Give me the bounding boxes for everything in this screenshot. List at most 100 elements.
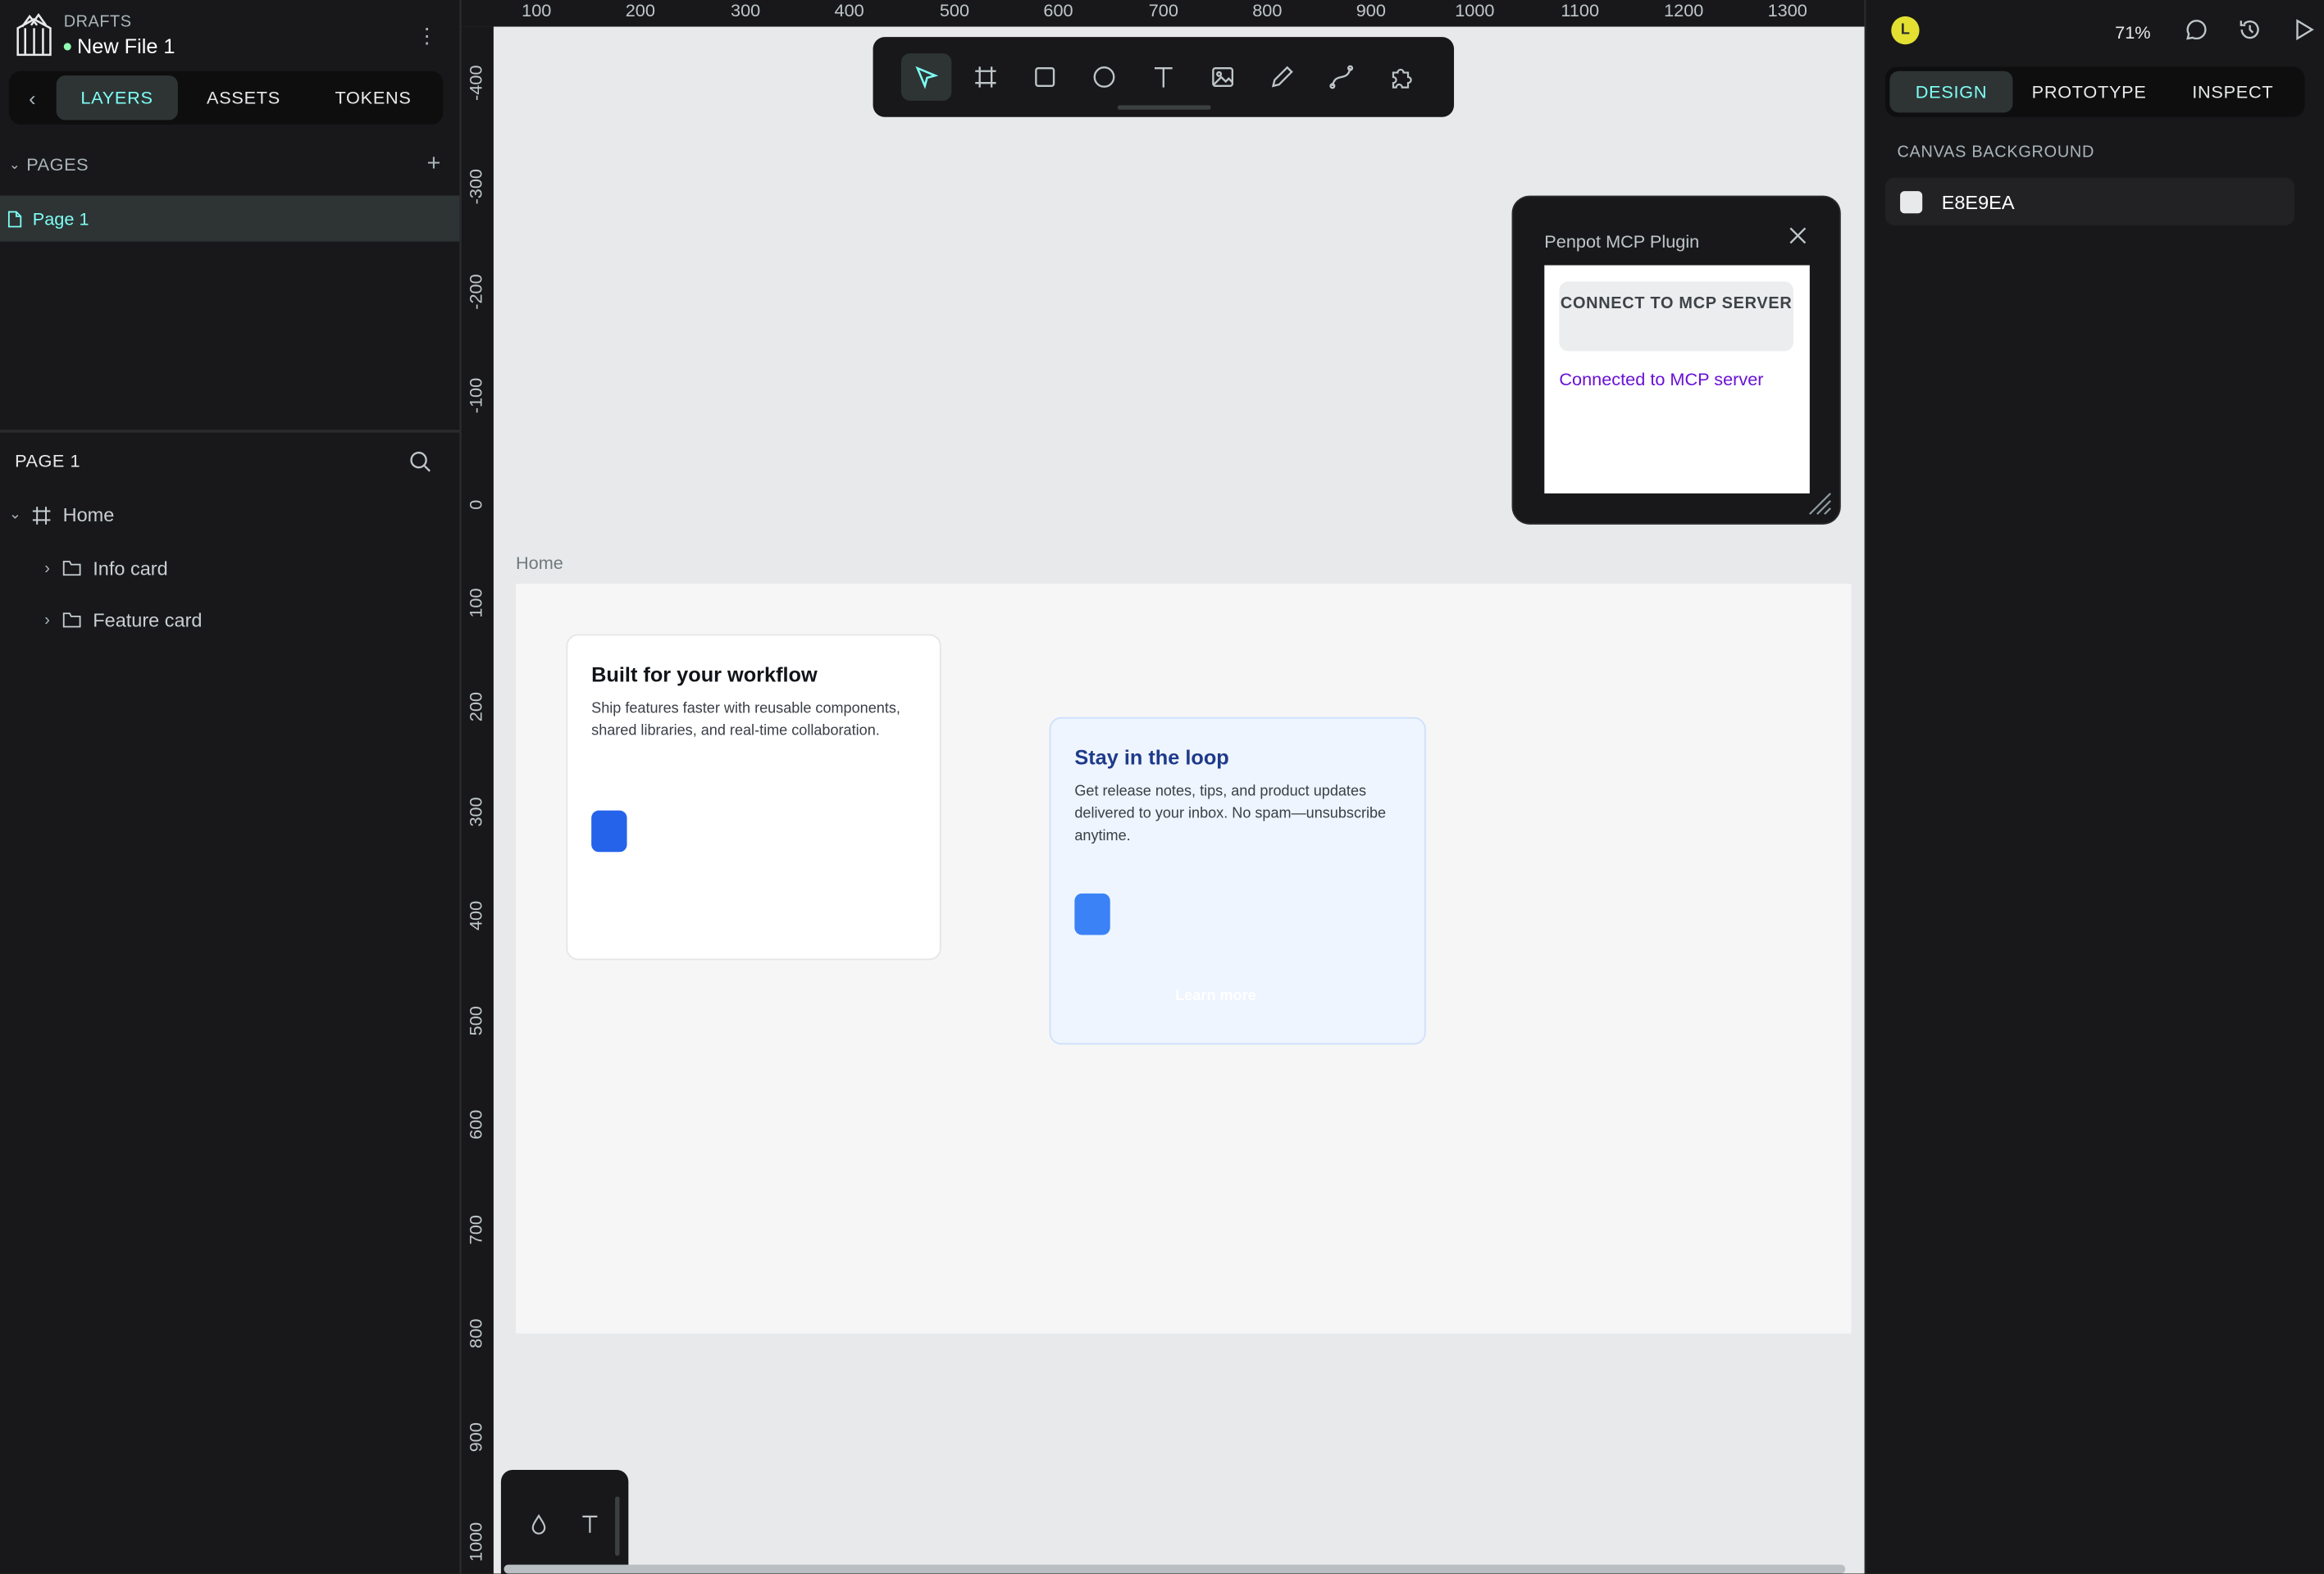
info-card[interactable]: Built for your workflow Ship features fa… [566, 634, 941, 961]
play-icon[interactable] [2294, 18, 2315, 42]
ruler-tick-label: 1100 [1561, 0, 1600, 21]
ruler-tick-label: 100 [522, 0, 552, 21]
mcp-status-text: Connected to MCP server [1559, 369, 1764, 390]
ruler-tick-label: -300 [465, 168, 486, 205]
pages-title: PAGES [26, 153, 89, 175]
tab-design[interactable]: DESIGN [1889, 71, 2013, 113]
add-page-icon[interactable]: + [427, 151, 441, 178]
panel-divider[interactable] [0, 430, 462, 433]
folder-icon [62, 612, 80, 628]
text-tool-icon[interactable] [1138, 53, 1188, 101]
ruler-vertical: -400 -300 -200 -100 0 100 200 300 400 50… [461, 26, 494, 1574]
rectangle-tool-icon[interactable] [1019, 53, 1069, 101]
right-tabs: DESIGN PROTOTYPE INSPECT [1885, 66, 2305, 117]
folder-icon [62, 561, 80, 576]
info-card-body: Ship features faster with reusable compo… [591, 700, 900, 739]
layer-label: Home [62, 503, 115, 526]
page-item-page-1[interactable]: Page 1 [0, 195, 460, 242]
tab-layers[interactable]: LAYERS [55, 75, 179, 121]
ruler-tick-label: 1300 [1767, 0, 1807, 21]
chevron-right-icon[interactable]: › [44, 559, 50, 577]
canvas-background-title: CANVAS BACKGROUND [1897, 143, 2095, 162]
ruler-tick-label: 200 [465, 691, 486, 722]
typography-icon[interactable] [581, 1514, 599, 1533]
color-swatch[interactable] [1900, 190, 1923, 213]
plugins-tool-icon[interactable] [1375, 53, 1425, 101]
ruler-tick-label: -200 [465, 274, 486, 310]
move-tool-icon[interactable] [900, 53, 952, 101]
tab-tokens[interactable]: TOKENS [309, 75, 437, 120]
color-palette-icon[interactable] [531, 1514, 547, 1535]
canvas-background-value[interactable]: E8E9EA [1942, 190, 2015, 212]
layer-feature-card[interactable]: › Feature card [44, 609, 202, 631]
comments-icon[interactable] [2185, 18, 2208, 42]
ruler-tick-label: 700 [465, 1215, 486, 1245]
info-card-title: Built for your workflow [591, 662, 818, 686]
info-card-button[interactable] [591, 810, 627, 853]
ruler-tick-label: 900 [1356, 0, 1386, 21]
palette-scrollbar[interactable] [615, 1496, 620, 1556]
tab-prototype[interactable]: PROTOTYPE [2013, 71, 2166, 113]
layer-home[interactable]: ⌄ Home [9, 504, 114, 526]
chevron-down-icon[interactable]: ⌄ [9, 507, 21, 523]
ruler-tick-label: 700 [1148, 0, 1178, 21]
file-name-label: New File 1 [76, 34, 175, 58]
right-sidebar: L 71% DESIGN PROTOTYPE INSPECT CANVAS BA… [1864, 0, 2324, 1574]
ruler-tick-label: 300 [731, 0, 761, 21]
canvas-background-row[interactable]: E8E9EA [1885, 177, 2294, 225]
penpot-logo-icon[interactable] [15, 13, 53, 57]
ruler-tick-label: 0 [465, 499, 486, 510]
ruler-tick-label: 600 [465, 1109, 486, 1140]
horizontal-scrollbar[interactable] [504, 1564, 1846, 1574]
zoom-level[interactable]: 71% [2115, 22, 2150, 43]
board-name-home[interactable]: Home [516, 553, 563, 573]
file-name[interactable]: New File 1 [63, 34, 175, 58]
ruler-tick-label: 500 [939, 0, 970, 21]
ruler-tick-label: 400 [834, 0, 864, 21]
text-palette-toolbar [500, 1469, 629, 1574]
image-tool-icon[interactable] [1197, 53, 1247, 101]
ruler-tick-label: 1000 [1455, 0, 1495, 21]
pencil-tool-icon[interactable] [1257, 53, 1307, 101]
board-tool-icon[interactable] [960, 53, 1010, 101]
tab-assets[interactable]: ASSETS [178, 75, 309, 120]
layers-title: PAGE 1 [15, 450, 81, 471]
history-icon[interactable] [2238, 18, 2262, 42]
saved-status-dot [63, 42, 71, 50]
project-name[interactable]: DRAFTS [64, 13, 132, 31]
plugin-title: Penpot MCP Plugin [1544, 230, 1700, 252]
plugin-content: CONNECT TO MCP SERVER Connected to MCP s… [1544, 265, 1810, 494]
ruler-tick-label: 400 [465, 900, 486, 931]
collapse-sidebar-icon[interactable]: ‹ [15, 86, 50, 110]
feature-card-button[interactable] [1074, 893, 1110, 935]
ruler-tick-label: -100 [465, 377, 486, 414]
layer-label: Info card [93, 557, 168, 580]
layer-info-card[interactable]: › Info card [44, 557, 167, 580]
feature-card-title: Stay in the loop [1074, 745, 1229, 770]
close-icon[interactable] [1789, 227, 1807, 245]
ruler-tick-label: 1000 [465, 1522, 486, 1562]
ruler-tick-label: 500 [465, 1006, 486, 1036]
ruler-tick-label: 1200 [1664, 0, 1704, 21]
avatar[interactable]: L [1891, 16, 1920, 45]
feature-card-body: Get release notes, tips, and product upd… [1074, 784, 1387, 845]
tab-inspect[interactable]: INSPECT [2166, 71, 2301, 113]
left-tabs: ‹ LAYERS ASSETS TOKENS [8, 71, 444, 125]
resize-handle-icon[interactable] [1807, 490, 1834, 517]
learn-more-link[interactable]: Learn more [1175, 989, 1255, 1005]
pages-toggle[interactable]: ⌄ PAGES [9, 154, 89, 175]
left-sidebar: DRAFTS New File 1 ⋮ ‹ LAYERS ASSETS TOKE… [0, 0, 462, 1574]
main-toolbar [873, 37, 1455, 117]
toolbar-drag-handle[interactable] [1117, 105, 1211, 110]
file-menu-icon[interactable]: ⋮ [417, 24, 437, 49]
feature-card[interactable]: Stay in the loop Get release notes, tips… [1049, 716, 1426, 1045]
search-icon[interactable] [409, 450, 431, 472]
ruler-tick-label: -400 [465, 65, 486, 101]
connect-mcp-button[interactable]: CONNECT TO MCP SERVER [1559, 281, 1793, 352]
ruler-tick-label: 800 [1252, 0, 1283, 21]
ellipse-tool-icon[interactable] [1079, 53, 1129, 101]
chevron-right-icon[interactable]: › [44, 612, 50, 630]
chevron-down-icon: ⌄ [8, 156, 21, 171]
path-tool-icon[interactable] [1316, 53, 1366, 101]
page-item-label: Page 1 [32, 207, 89, 230]
